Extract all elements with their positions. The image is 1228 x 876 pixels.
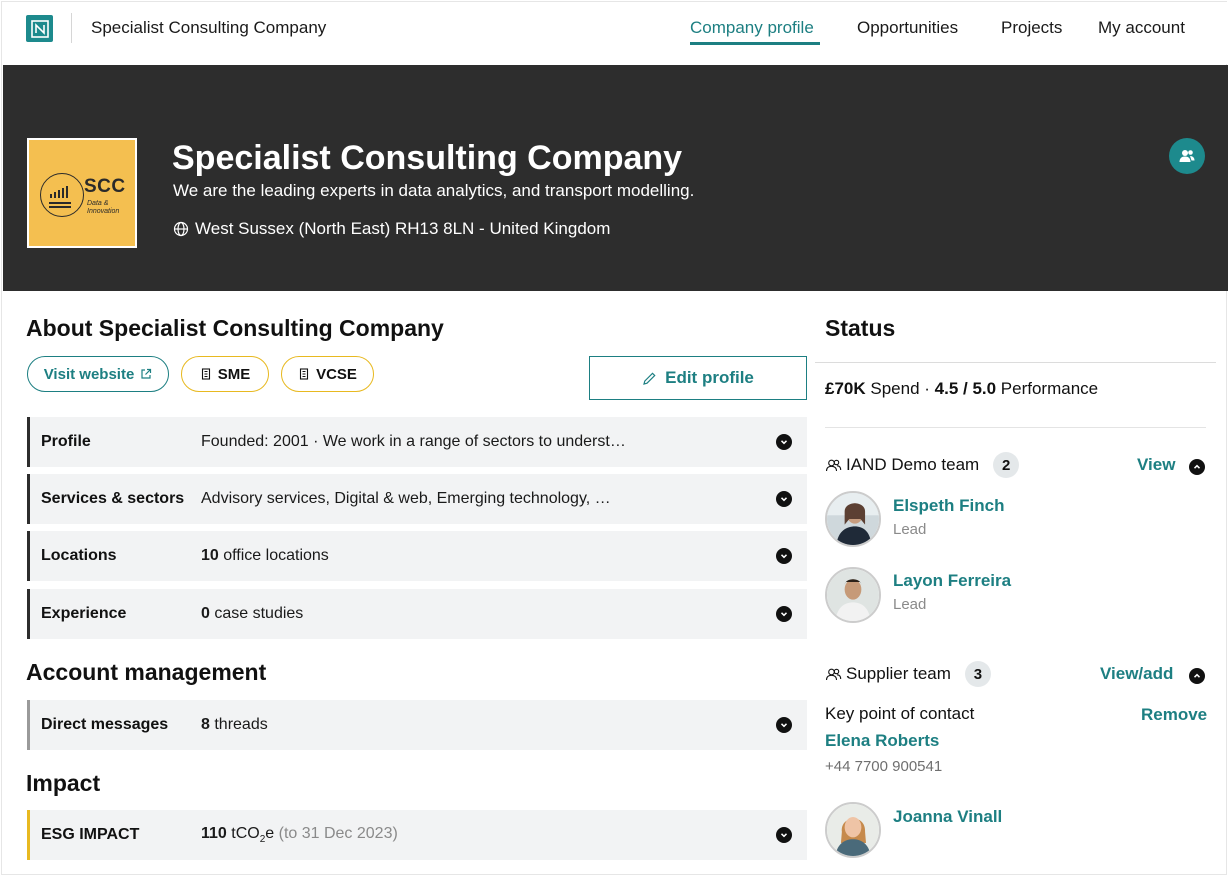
app-title: Specialist Consulting Company xyxy=(91,18,327,37)
team-member-role: Lead xyxy=(893,596,927,613)
avatar[interactable] xyxy=(825,491,881,547)
pencil-icon xyxy=(643,371,656,385)
logo-bars-icon xyxy=(50,186,68,198)
member-count-badge: 2 xyxy=(993,452,1020,478)
row-value: 8 threads xyxy=(201,716,268,733)
sme-badge: SME xyxy=(181,356,269,392)
chevron-down-icon[interactable] xyxy=(776,606,792,622)
page-frame: Specialist Consulting Company Company pr… xyxy=(1,1,1228,875)
team-members-button[interactable] xyxy=(1169,138,1205,174)
nav-projects[interactable]: Projects xyxy=(1001,18,1062,38)
member-count-badge: 3 xyxy=(964,661,991,687)
edit-profile-button[interactable]: Edit profile xyxy=(589,356,807,400)
account-management-heading: Account management xyxy=(26,659,267,685)
row-value: Founded: 2001 · We work in a range of se… xyxy=(201,433,626,450)
nav-company-profile[interactable]: Company profile xyxy=(690,18,814,38)
company-logo: SCC Data & Innovation xyxy=(27,138,137,248)
company-banner: SCC Data & Innovation Specialist Consulti… xyxy=(3,65,1228,291)
team-member-name[interactable]: Layon Ferreira xyxy=(893,571,1011,591)
chevron-down-icon[interactable] xyxy=(776,434,792,450)
company-name: Specialist Consulting Company xyxy=(172,139,683,177)
nav-my-account[interactable]: My account xyxy=(1098,18,1185,38)
divider xyxy=(815,362,1216,363)
key-contact-name[interactable]: Elena Roberts xyxy=(825,731,939,751)
demo-team-header: IAND Demo team 2 xyxy=(825,452,1020,478)
status-summary: £70K Spend · 4.5 / 5.0 Performance xyxy=(825,379,1099,398)
services-sectors-row[interactable]: Services & sectors Advisory services, Di… xyxy=(27,474,807,524)
visit-website-button[interactable]: Visit website xyxy=(27,356,169,392)
row-label: Experience xyxy=(41,605,127,622)
company-location: West Sussex (North East) RH13 8LN - Unit… xyxy=(173,219,610,239)
nav-opportunities[interactable]: Opportunities xyxy=(857,18,958,38)
profile-row[interactable]: Profile Founded: 2001 · We work in a ran… xyxy=(27,417,807,467)
remove-key-contact-link[interactable]: Remove xyxy=(1141,705,1207,725)
view-add-supplier-team-link[interactable]: View/add xyxy=(1100,664,1173,684)
team-member-name[interactable]: Joanna Vinall xyxy=(893,807,1002,827)
row-label: Direct messages xyxy=(41,716,169,733)
esg-impact-row[interactable]: ESG IMPACT 110 tCO2e (to 31 Dec 2023) xyxy=(27,810,807,860)
view-demo-team-link[interactable]: View xyxy=(1137,455,1175,475)
building-icon xyxy=(201,368,210,380)
key-contact-label: Key point of contact xyxy=(825,704,975,723)
row-value: 10 office locations xyxy=(201,547,329,564)
status-heading: Status xyxy=(825,315,896,341)
key-contact-phone: +44 7700 900541 xyxy=(825,758,943,775)
avatar[interactable] xyxy=(825,802,881,858)
row-value: Advisory services, Digital & web, Emergi… xyxy=(201,490,611,507)
users-outline-icon xyxy=(825,459,842,471)
direct-messages-row[interactable]: Direct messages 8 threads xyxy=(27,700,807,750)
avatar[interactable] xyxy=(825,567,881,623)
row-label: Services & sectors xyxy=(41,490,185,507)
divider xyxy=(825,427,1206,428)
team-member-role: Lead xyxy=(893,521,927,538)
row-value: 110 tCO2e (to 31 Dec 2023) xyxy=(201,824,398,846)
users-outline-icon xyxy=(825,668,842,680)
row-label: Locations xyxy=(41,547,117,564)
chevron-down-icon[interactable] xyxy=(776,717,792,733)
row-label: Profile xyxy=(41,433,91,450)
team-member-name[interactable]: Elspeth Finch xyxy=(893,496,1004,516)
building-icon xyxy=(300,368,309,380)
supplier-team-header: Supplier team 3 xyxy=(825,661,991,687)
chevron-down-icon[interactable] xyxy=(776,548,792,564)
chevron-up-icon[interactable] xyxy=(1189,459,1205,475)
row-value: 0 case studies xyxy=(201,605,304,622)
vcse-badge: VCSE xyxy=(281,356,374,392)
top-navigation: Specialist Consulting Company Company pr… xyxy=(2,2,1228,64)
logo-text: SCC xyxy=(84,176,126,197)
users-icon xyxy=(1179,150,1195,162)
company-tagline: We are the leading experts in data analy… xyxy=(173,181,695,200)
about-heading: About Specialist Consulting Company xyxy=(26,315,444,341)
nav-active-underline xyxy=(690,42,820,45)
chevron-up-icon[interactable] xyxy=(1189,668,1205,684)
logo-subtext: Data & Innovation xyxy=(87,200,120,215)
nav-divider xyxy=(71,13,72,43)
row-label: ESG IMPACT xyxy=(41,826,140,843)
impact-heading: Impact xyxy=(26,770,101,796)
chevron-down-icon[interactable] xyxy=(776,491,792,507)
app-logo-icon[interactable] xyxy=(26,15,53,42)
chevron-down-icon[interactable] xyxy=(776,827,792,843)
globe-icon xyxy=(173,221,189,237)
experience-row[interactable]: Experience 0 case studies xyxy=(27,589,807,639)
external-link-icon xyxy=(141,368,152,379)
locations-row[interactable]: Locations 10 office locations xyxy=(27,531,807,581)
